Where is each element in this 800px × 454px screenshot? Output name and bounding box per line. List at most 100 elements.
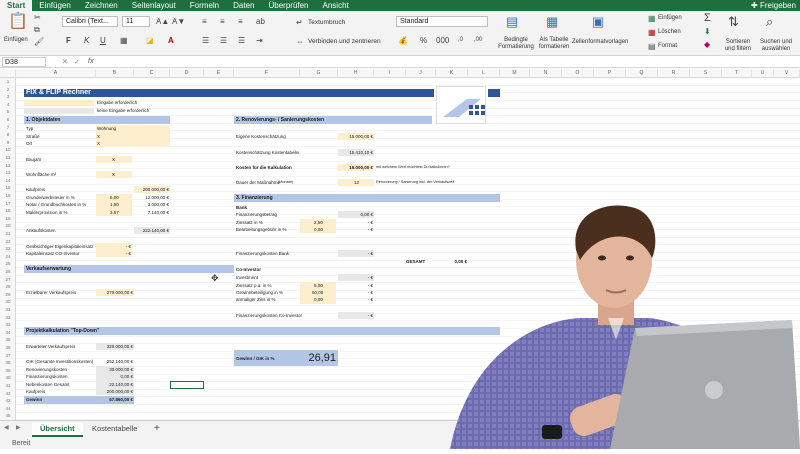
conditional-format-icon[interactable]: ▤ (506, 15, 518, 29)
column-header[interactable]: G (300, 69, 338, 78)
column-header[interactable]: F (234, 69, 300, 78)
row-number[interactable]: 38 (0, 359, 16, 366)
merge-icon[interactable]: ⇔ (296, 37, 304, 46)
share-button[interactable]: ✚ Freigeben (751, 0, 796, 11)
delete-cells-button[interactable]: Löschen (658, 29, 681, 35)
paste-icon[interactable]: 📋 (8, 14, 28, 30)
merge-center-button[interactable]: Verbinden und zentrieren (308, 38, 381, 45)
row-number[interactable]: 2 (0, 86, 16, 93)
row-number[interactable]: 13 (0, 169, 16, 176)
row-number[interactable]: 45 (0, 412, 16, 419)
row-number[interactable]: 20 (0, 222, 16, 229)
percent-icon[interactable]: % (420, 36, 427, 45)
tab-draw[interactable]: Zeichnen (78, 0, 125, 11)
row-number[interactable]: 44 (0, 405, 16, 412)
shrink-font-icon[interactable]: A▼ (172, 17, 185, 26)
column-header[interactable]: B (96, 69, 134, 78)
column-header[interactable]: P (594, 69, 626, 78)
clear-icon[interactable]: ◆ (704, 40, 710, 49)
column-header[interactable]: N (530, 69, 562, 78)
grow-font-icon[interactable]: A▲ (156, 17, 169, 26)
row-number[interactable]: 15 (0, 184, 16, 191)
row-number[interactable]: 27 (0, 276, 16, 283)
row-number[interactable]: 25 (0, 260, 16, 267)
row-number[interactable]: 23 (0, 245, 16, 252)
cell-styles-icon[interactable]: ▣ (592, 15, 604, 29)
row-number[interactable]: 30 (0, 298, 16, 305)
number-format-select[interactable]: Standard (396, 16, 488, 27)
format-painter-icon[interactable]: 🖌 (34, 37, 44, 46)
sort-filter-icon[interactable]: ⇅ (728, 15, 739, 29)
underline-button[interactable]: U (100, 36, 106, 45)
value-ort[interactable]: X (97, 140, 100, 147)
row-number[interactable]: 18 (0, 207, 16, 214)
formula-input[interactable] (104, 57, 794, 67)
align-bottom-icon[interactable]: ≡ (238, 17, 243, 26)
value-mindestzins-pct[interactable]: 0,00 (314, 296, 323, 303)
row-number[interactable]: 28 (0, 283, 16, 290)
row-number[interactable]: 9 (0, 139, 16, 146)
row-number[interactable]: 29 (0, 291, 16, 298)
column-header[interactable]: R (658, 69, 690, 78)
paste-button[interactable]: Einfügen (4, 37, 28, 43)
value-notar-pct[interactable]: 1,50 (110, 201, 119, 208)
column-header[interactable]: L (468, 69, 500, 78)
row-number[interactable]: 37 (0, 352, 16, 359)
align-right-icon[interactable]: ☰ (238, 36, 245, 45)
value-gewinnbeteiligung-pct[interactable]: 50,00 (312, 289, 323, 296)
column-header[interactable]: H (338, 69, 374, 78)
row-number[interactable]: 33 (0, 321, 16, 328)
insert-cells-button[interactable]: Einfügen (658, 15, 682, 21)
wrap-text-icon[interactable]: ↵ (296, 18, 303, 27)
function-icon[interactable]: fx (88, 58, 93, 65)
value-zinssatz-pct[interactable]: 2,50 (314, 219, 323, 226)
value-typ[interactable]: Wohnung (97, 125, 116, 132)
format-as-table-button[interactable]: Als Tabelle formatieren (534, 37, 574, 51)
tab-review[interactable]: Überprüfen (261, 0, 315, 11)
row-number[interactable]: 34 (0, 329, 16, 336)
column-header[interactable]: M (500, 69, 530, 78)
row-number[interactable]: 19 (0, 215, 16, 222)
value-verkaufspreis[interactable]: 270.000,00 € (96, 289, 133, 296)
sheet-tab-uebersicht[interactable]: Übersicht (32, 423, 83, 437)
currency-icon[interactable]: 💰 (398, 36, 408, 45)
cell-styles-button[interactable]: Zellenformatvorlagen (572, 39, 628, 45)
column-header[interactable]: I (374, 69, 406, 78)
bold-button[interactable]: F (66, 36, 71, 45)
row-number[interactable]: 26 (0, 268, 16, 275)
column-header[interactable]: K (436, 69, 468, 78)
next-sheet-icon[interactable]: ▶ (16, 424, 21, 433)
prev-sheet-icon[interactable]: ◀ (4, 424, 9, 433)
cancel-icon[interactable]: ✕ (62, 58, 68, 66)
value-dauer[interactable]: 12 (354, 179, 359, 186)
tab-data[interactable]: Daten (226, 0, 261, 11)
name-box[interactable]: D38 (2, 57, 46, 67)
row-number[interactable]: 11 (0, 154, 16, 161)
column-header[interactable]: V (774, 69, 800, 78)
value-strasse[interactable]: X (97, 133, 100, 140)
value-basis[interactable]: 16.000,00 € (338, 164, 373, 171)
row-number[interactable]: 43 (0, 397, 16, 404)
conditional-format-button[interactable]: Bedingte Formatierung (496, 37, 536, 51)
value-wohnflaeche[interactable]: X (112, 171, 115, 178)
format-cells-button[interactable]: Format (658, 43, 677, 49)
row-number[interactable]: 17 (0, 200, 16, 207)
find-icon[interactable]: ⌕ (766, 15, 773, 29)
tab-page-layout[interactable]: Seitenlayout (125, 0, 183, 11)
fill-icon[interactable]: ⬇ (704, 27, 711, 36)
align-top-icon[interactable]: ≡ (202, 17, 207, 26)
column-header[interactable]: Q (626, 69, 658, 78)
row-number[interactable]: 12 (0, 162, 16, 169)
orientation-icon[interactable]: ab (256, 17, 265, 26)
align-middle-icon[interactable]: ≡ (220, 17, 225, 26)
select-all-corner[interactable] (0, 69, 16, 78)
align-center-icon[interactable]: ☰ (220, 36, 227, 45)
row-number[interactable]: 4 (0, 101, 16, 108)
value-baujahr[interactable]: X (112, 156, 115, 163)
tab-view[interactable]: Ansicht (316, 0, 356, 11)
tab-insert[interactable]: Einfügen (32, 0, 78, 11)
column-header[interactable]: S (690, 69, 722, 78)
column-header[interactable]: J (406, 69, 436, 78)
increase-decimal-icon[interactable]: ,0 (458, 36, 463, 45)
column-header[interactable]: T (722, 69, 752, 78)
